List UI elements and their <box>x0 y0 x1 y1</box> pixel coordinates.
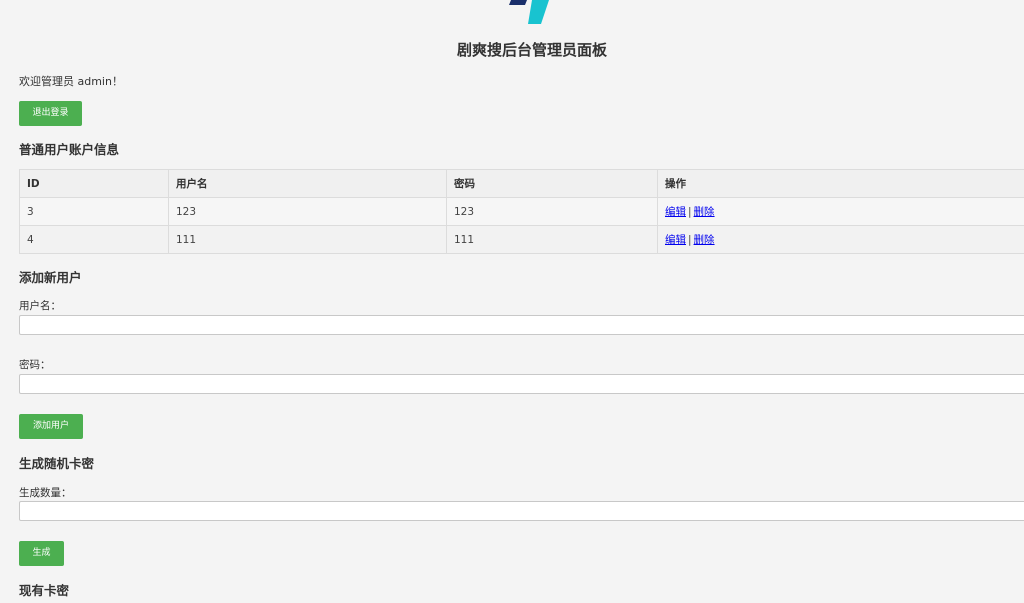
page-title: 剧爽搜后台管理员面板 <box>456 41 607 59</box>
edit-link[interactable]: 编辑 <box>665 206 686 218</box>
generate-button[interactable]: 生成 <box>19 541 64 566</box>
cell-username: 111 <box>168 225 447 254</box>
table-row: 3 123 123 编辑 | 删除 <box>19 197 1024 226</box>
table-header-row: ID 用户名 密码 操作 <box>19 169 1024 198</box>
generate-count-input[interactable] <box>19 501 1024 521</box>
cell-username: 123 <box>168 197 447 226</box>
cell-password: 111 <box>446 225 658 254</box>
cell-actions: 编辑 | 删除 <box>657 197 1024 226</box>
username-label: 用户名： <box>19 300 61 312</box>
cell-actions: 编辑 | 删除 <box>657 225 1024 254</box>
users-section-title: 普通用户账户信息 <box>19 142 120 157</box>
delete-link[interactable]: 删除 <box>694 206 715 218</box>
add-user-button[interactable]: 添加用户 <box>19 414 83 439</box>
delete-link[interactable]: 删除 <box>694 234 715 246</box>
column-header-password: 密码 <box>446 169 658 198</box>
generate-count-label: 生成数量： <box>19 487 72 499</box>
cell-id: 3 <box>19 197 169 226</box>
action-separator: | <box>688 234 692 246</box>
welcome-text: 欢迎管理员 admin！ <box>19 75 123 88</box>
column-header-actions: 操作 <box>657 169 1024 198</box>
username-input[interactable] <box>19 315 1024 335</box>
column-header-id: ID <box>19 169 169 198</box>
edit-link[interactable]: 编辑 <box>665 234 686 246</box>
logout-button[interactable]: 退出登录 <box>19 101 82 126</box>
password-label: 密码： <box>19 359 51 371</box>
brand-logo-icon <box>509 0 549 24</box>
password-input[interactable] <box>19 374 1024 394</box>
existing-cards-section-title: 现有卡密 <box>19 583 70 598</box>
cell-password: 123 <box>446 197 658 226</box>
table-row: 4 111 111 编辑 | 删除 <box>19 225 1024 254</box>
cell-id: 4 <box>19 225 169 254</box>
users-table: ID 用户名 密码 操作 3 123 123 编辑 | 删除 4 111 111 编… <box>19 169 1024 254</box>
add-user-section-title: 添加新用户 <box>19 270 82 285</box>
action-separator: | <box>688 206 692 218</box>
generate-cards-section-title: 生成随机卡密 <box>19 456 95 471</box>
column-header-username: 用户名 <box>168 169 447 198</box>
